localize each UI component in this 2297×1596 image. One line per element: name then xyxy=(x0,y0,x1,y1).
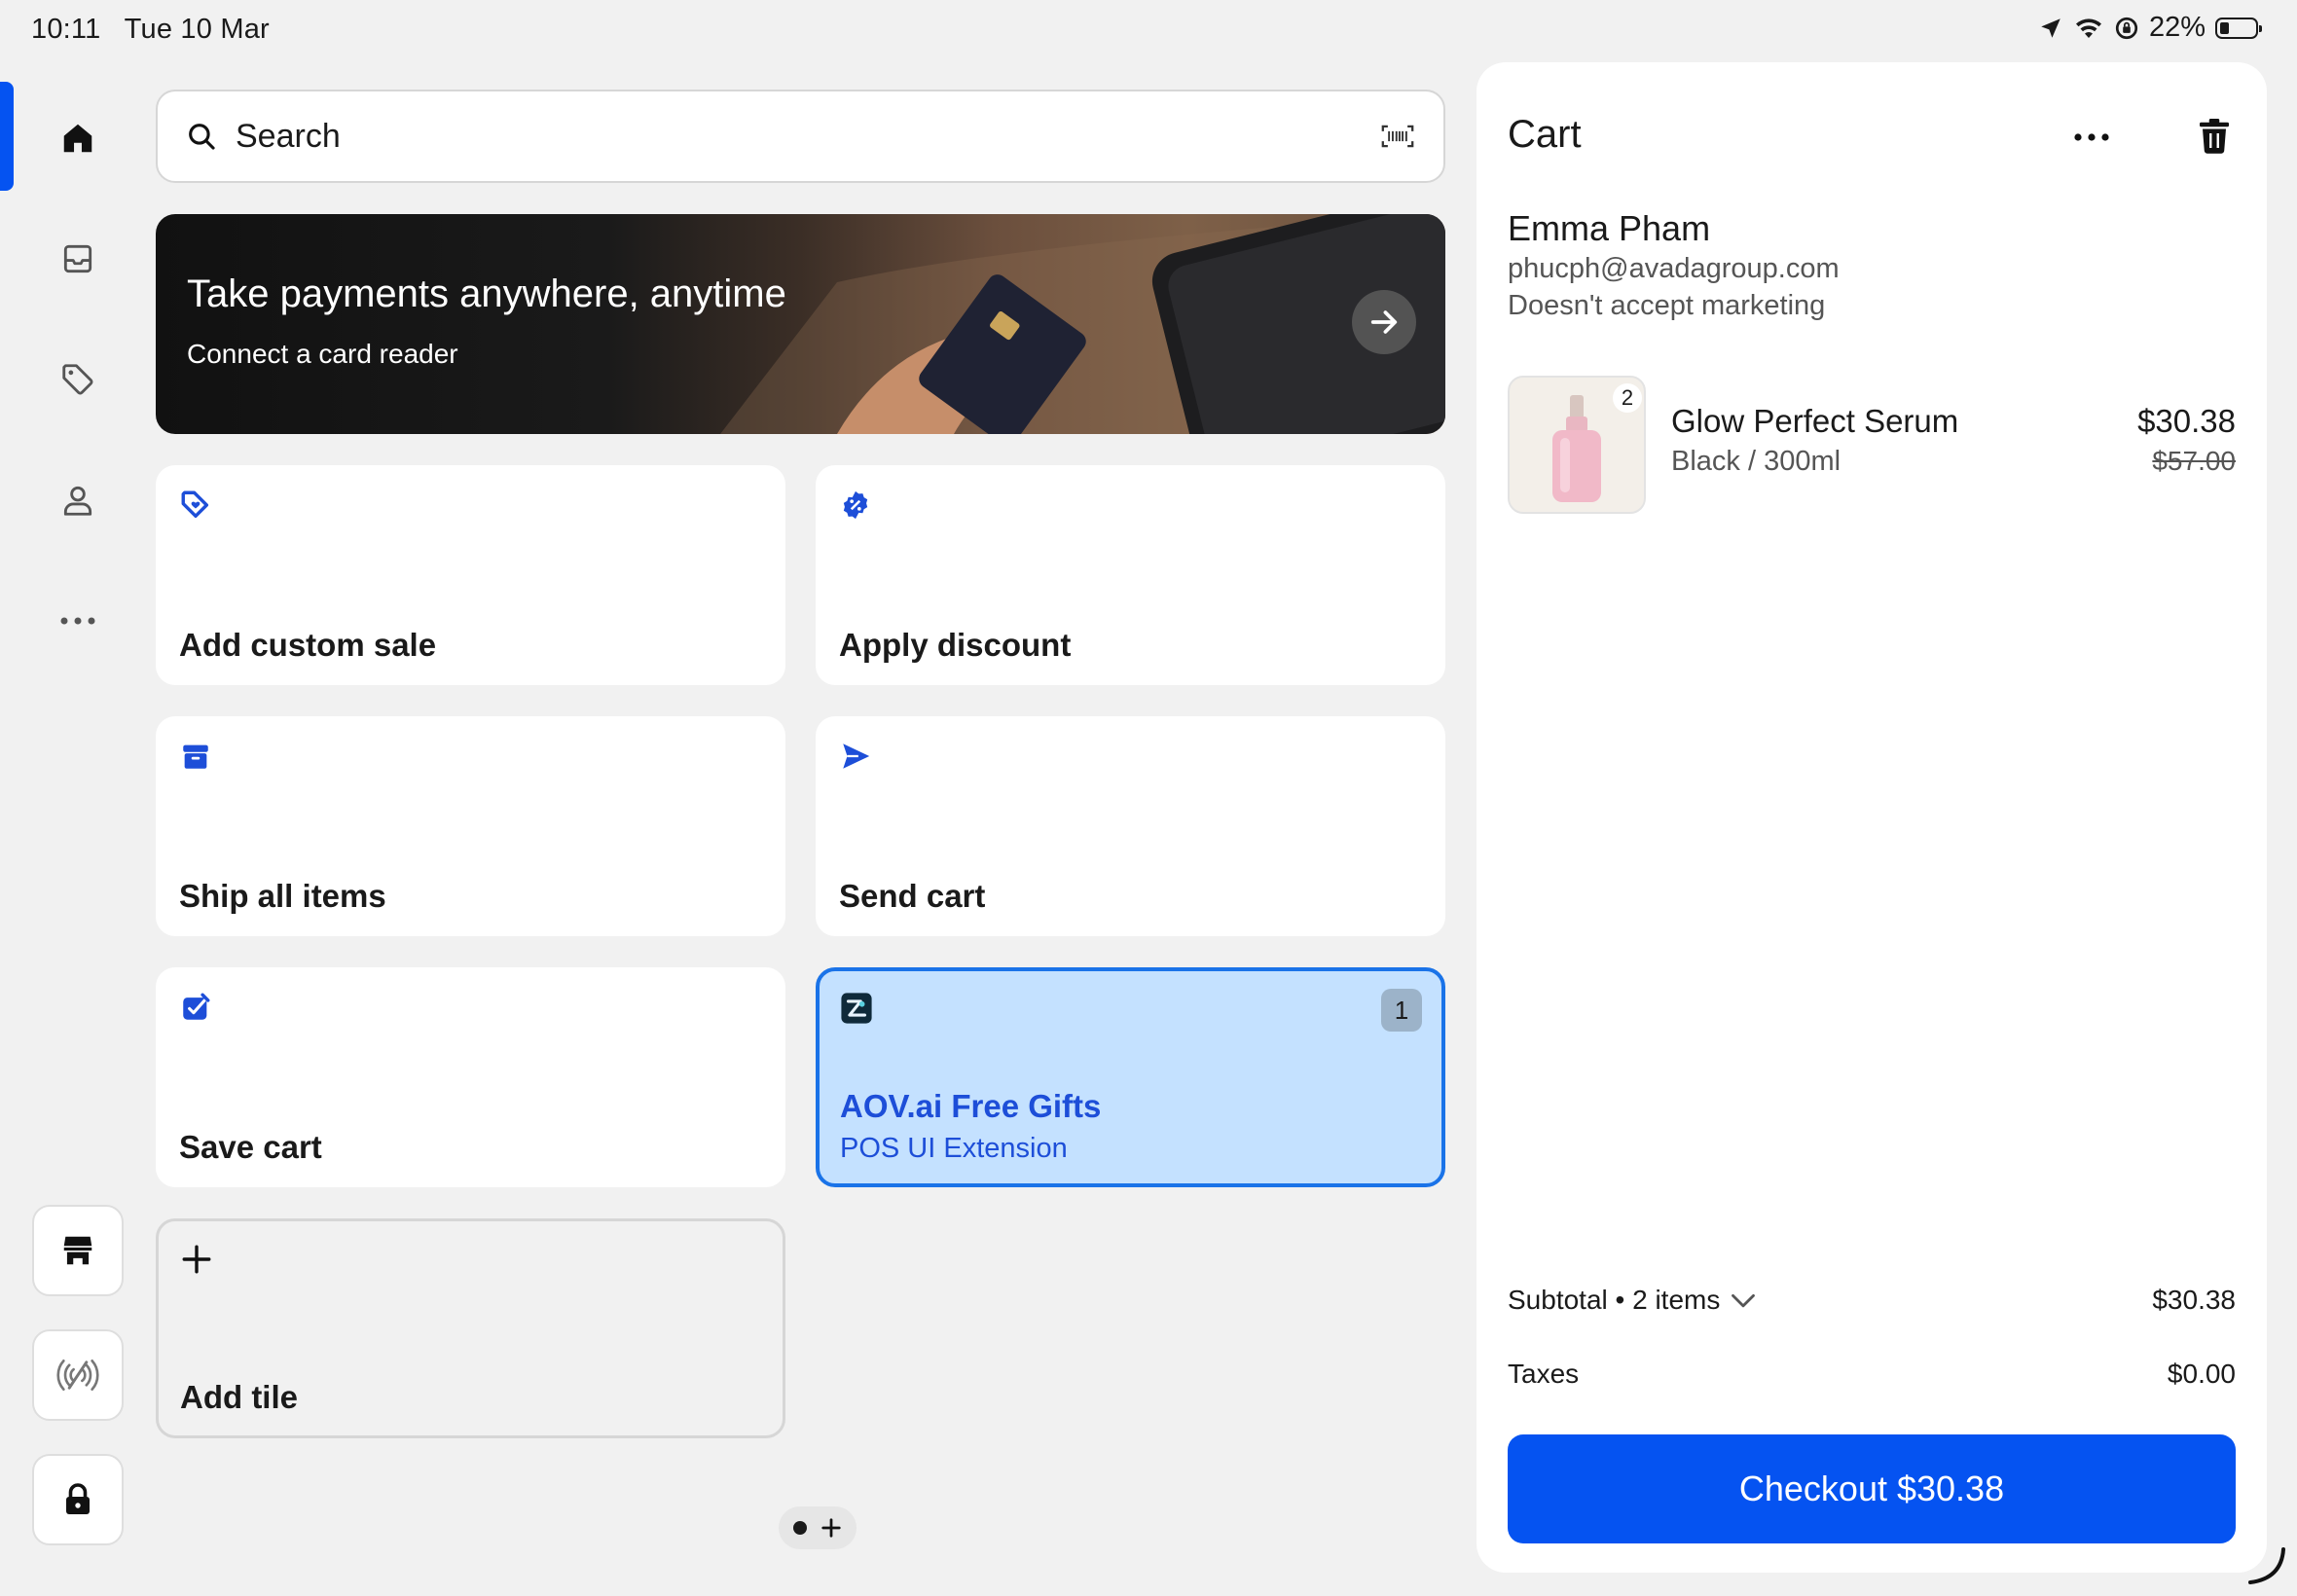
discount-badge-icon xyxy=(843,490,868,520)
ship-all-items-tile[interactable]: Ship all items xyxy=(156,716,785,936)
package-icon xyxy=(183,744,208,769)
send-cart-tile[interactable]: Send cart xyxy=(816,716,1445,936)
wifi-icon xyxy=(2075,18,2101,38)
product-name[interactable]: Glow Perfect Serum xyxy=(1671,403,1958,440)
status-date: Tue 10 Mar xyxy=(124,14,270,45)
battery-percent: 22% xyxy=(2148,12,2206,43)
save-cart-icon xyxy=(183,993,210,1020)
taxes-value: $0.00 xyxy=(2167,1359,2236,1389)
add-tile-label: Add tile xyxy=(180,1379,298,1415)
store-icon xyxy=(63,1236,92,1265)
tag-icon[interactable] xyxy=(49,350,107,409)
ship-all-items-label: Ship all items xyxy=(179,878,386,914)
nav-active-indicator xyxy=(0,82,14,191)
subtotal-label: Subtotal • 2 items xyxy=(1508,1285,1721,1315)
barcode-scan-icon[interactable] xyxy=(1379,122,1416,151)
inbox-icon[interactable] xyxy=(49,230,107,288)
product-price: $30.38 xyxy=(2137,403,2236,439)
save-cart-tile[interactable]: Save cart xyxy=(156,967,785,1187)
banner-subtitle: Connect a card reader xyxy=(187,339,458,369)
battery-icon xyxy=(2215,17,2262,39)
cart-title: Cart xyxy=(1508,113,1582,156)
add-custom-sale-tile[interactable]: Add custom sale xyxy=(156,465,785,685)
chevron-down-icon xyxy=(1732,1293,1756,1308)
banner-title: Take payments anywhere, anytime xyxy=(187,272,786,315)
apply-discount-label: Apply discount xyxy=(839,627,1072,663)
send-icon xyxy=(843,744,870,769)
more-icon[interactable] xyxy=(49,592,107,650)
reader-disconnected-icon xyxy=(56,1360,99,1391)
rotation-lock-icon xyxy=(2115,17,2138,39)
card-reader-illustration xyxy=(720,214,1445,434)
add-tile[interactable]: Add tile xyxy=(156,1218,785,1438)
lock-button[interactable] xyxy=(32,1454,124,1545)
card-reader-button[interactable] xyxy=(32,1329,124,1421)
status-time: 10:11 xyxy=(31,14,101,45)
product-variant: Black / 300ml xyxy=(1671,446,1841,477)
store-button[interactable] xyxy=(32,1205,124,1296)
aov-subtitle: POS UI Extension xyxy=(840,1133,1068,1164)
page-dot-active xyxy=(793,1521,807,1535)
customer-name[interactable]: Emma Pham xyxy=(1508,208,1710,249)
trash-icon[interactable] xyxy=(2197,117,2232,161)
search-icon xyxy=(189,124,215,150)
search-bar[interactable]: Search xyxy=(156,90,1445,183)
status-icons: 22% xyxy=(2038,12,2262,44)
customer-marketing-status: Doesn't accept marketing xyxy=(1508,290,1826,321)
resize-handle-icon[interactable] xyxy=(2244,1543,2287,1586)
location-icon xyxy=(2041,18,2060,38)
lock-icon xyxy=(66,1483,90,1514)
quantity-badge: 2 xyxy=(1613,383,1642,413)
checkout-button[interactable]: Checkout $30.38 xyxy=(1508,1434,2236,1543)
save-cart-label: Save cart xyxy=(179,1129,322,1165)
cart-more-icon[interactable] xyxy=(2072,130,2111,148)
subtotal-toggle[interactable]: Subtotal • 2 items xyxy=(1508,1285,1757,1316)
aov-count-badge: 1 xyxy=(1381,989,1422,1032)
product-original-price: $57.00 xyxy=(2152,446,2236,476)
taxes-label: Taxes xyxy=(1508,1359,1580,1389)
home-icon[interactable] xyxy=(49,109,107,167)
banner-arrow-button[interactable] xyxy=(1352,290,1416,354)
add-custom-sale-label: Add custom sale xyxy=(179,627,437,663)
aov-title: AOV.ai Free Gifts xyxy=(840,1088,1102,1124)
arrow-right-icon xyxy=(1370,310,1398,334)
customer-icon[interactable] xyxy=(49,471,107,529)
card-reader-banner[interactable]: Take payments anywhere, anytime Connect … xyxy=(156,214,1445,434)
plus-icon xyxy=(182,1245,211,1274)
subtotal-value: $30.38 xyxy=(2152,1285,2236,1315)
send-cart-label: Send cart xyxy=(839,878,986,914)
aov-app-icon xyxy=(841,993,872,1024)
aov-free-gifts-tile[interactable]: 1 AOV.ai Free Gifts POS UI Extension xyxy=(816,967,1445,1187)
cart-panel: Cart Emma Pham phucph@avadagroup.com Doe… xyxy=(1477,62,2267,1573)
search-placeholder: Search xyxy=(236,117,341,155)
page-indicator[interactable] xyxy=(779,1506,857,1549)
status-time-date: 10:11 Tue 10 Mar xyxy=(31,14,270,46)
tag-heart-icon xyxy=(181,490,209,519)
customer-email: phucph@avadagroup.com xyxy=(1508,253,1840,284)
add-page-icon[interactable] xyxy=(820,1517,842,1539)
apply-discount-tile[interactable]: Apply discount xyxy=(816,465,1445,685)
